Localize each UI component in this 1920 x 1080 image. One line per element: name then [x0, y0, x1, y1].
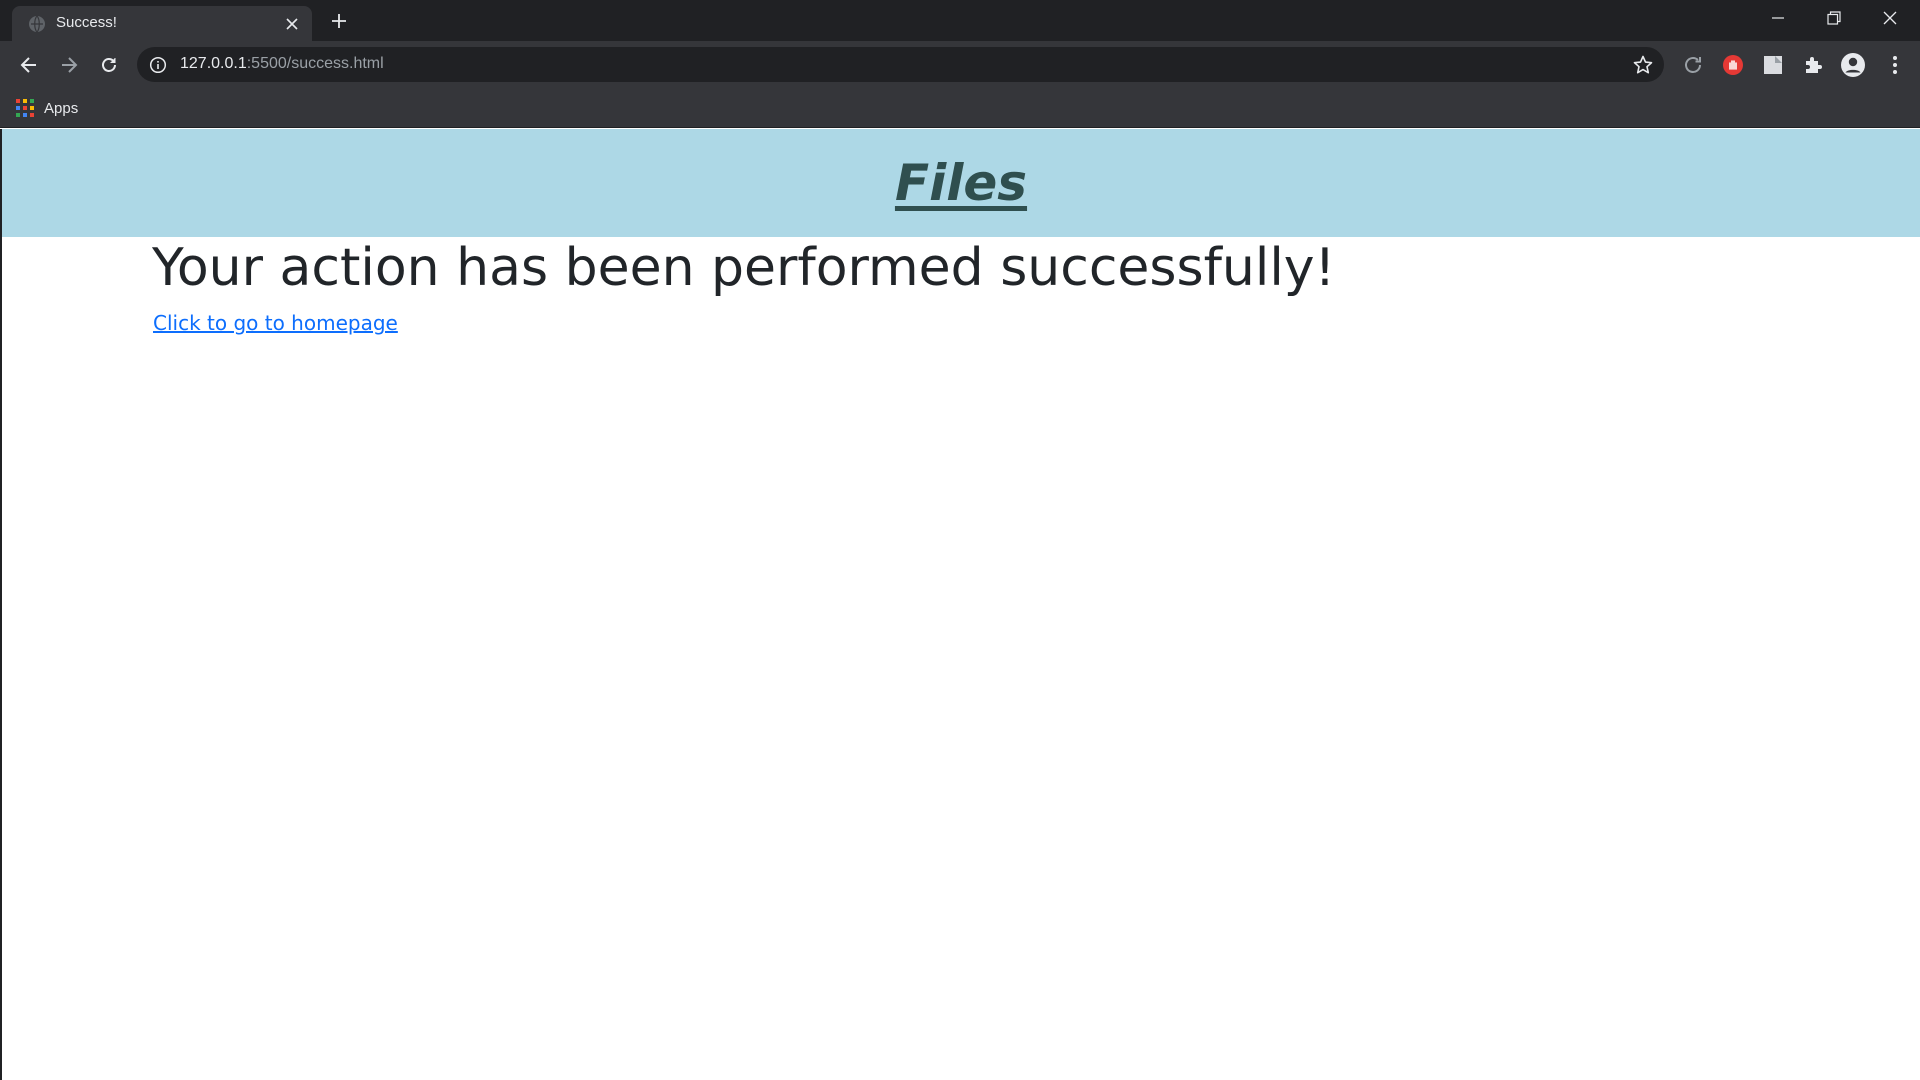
- document-extension-icon[interactable]: [1758, 50, 1788, 80]
- hand-extension-icon[interactable]: [1718, 50, 1748, 80]
- extensions-puzzle-icon[interactable]: [1798, 50, 1828, 80]
- success-message: Your action has been performed successfu…: [152, 238, 1336, 298]
- apps-label: Apps: [44, 99, 79, 117]
- browser-toolbar: 127.0.0.1:5500/success.html: [0, 41, 1920, 88]
- new-tab-button[interactable]: [326, 8, 352, 34]
- browser-menu-icon[interactable]: [1880, 50, 1910, 80]
- web-page: Files Your action has been performed suc…: [0, 129, 1920, 1080]
- back-button[interactable]: [13, 49, 45, 81]
- apps-grid-icon: [16, 99, 34, 117]
- close-window-button[interactable]: [1862, 0, 1918, 36]
- refresh-extension-icon[interactable]: [1678, 50, 1708, 80]
- apps-bookmark[interactable]: Apps: [16, 96, 78, 120]
- globe-icon: [29, 15, 45, 33]
- site-title: Files: [894, 154, 1028, 212]
- url-host: 127.0.0.1: [180, 55, 247, 72]
- address-bar[interactable]: 127.0.0.1:5500/success.html: [137, 47, 1664, 82]
- homepage-link[interactable]: Click to go to homepage: [153, 311, 398, 335]
- site-header: Files: [2, 129, 1920, 237]
- bookmarks-bar: Apps: [0, 88, 1920, 128]
- forward-button[interactable]: [53, 49, 85, 81]
- close-tab-icon[interactable]: [282, 14, 302, 34]
- minimize-window-button[interactable]: [1750, 0, 1806, 36]
- url-text[interactable]: 127.0.0.1:5500/success.html: [180, 55, 384, 73]
- tab-title: Success!: [56, 14, 117, 31]
- site-info-icon[interactable]: [149, 56, 167, 74]
- browser-tab[interactable]: Success!: [12, 6, 312, 41]
- url-path: :5500/success.html: [246, 55, 384, 72]
- reload-button[interactable]: [93, 49, 125, 81]
- bookmark-star-icon[interactable]: [1632, 54, 1654, 76]
- restore-window-button[interactable]: [1806, 0, 1862, 36]
- tab-strip: Success!: [0, 0, 1920, 41]
- profile-avatar-icon[interactable]: [1838, 50, 1868, 80]
